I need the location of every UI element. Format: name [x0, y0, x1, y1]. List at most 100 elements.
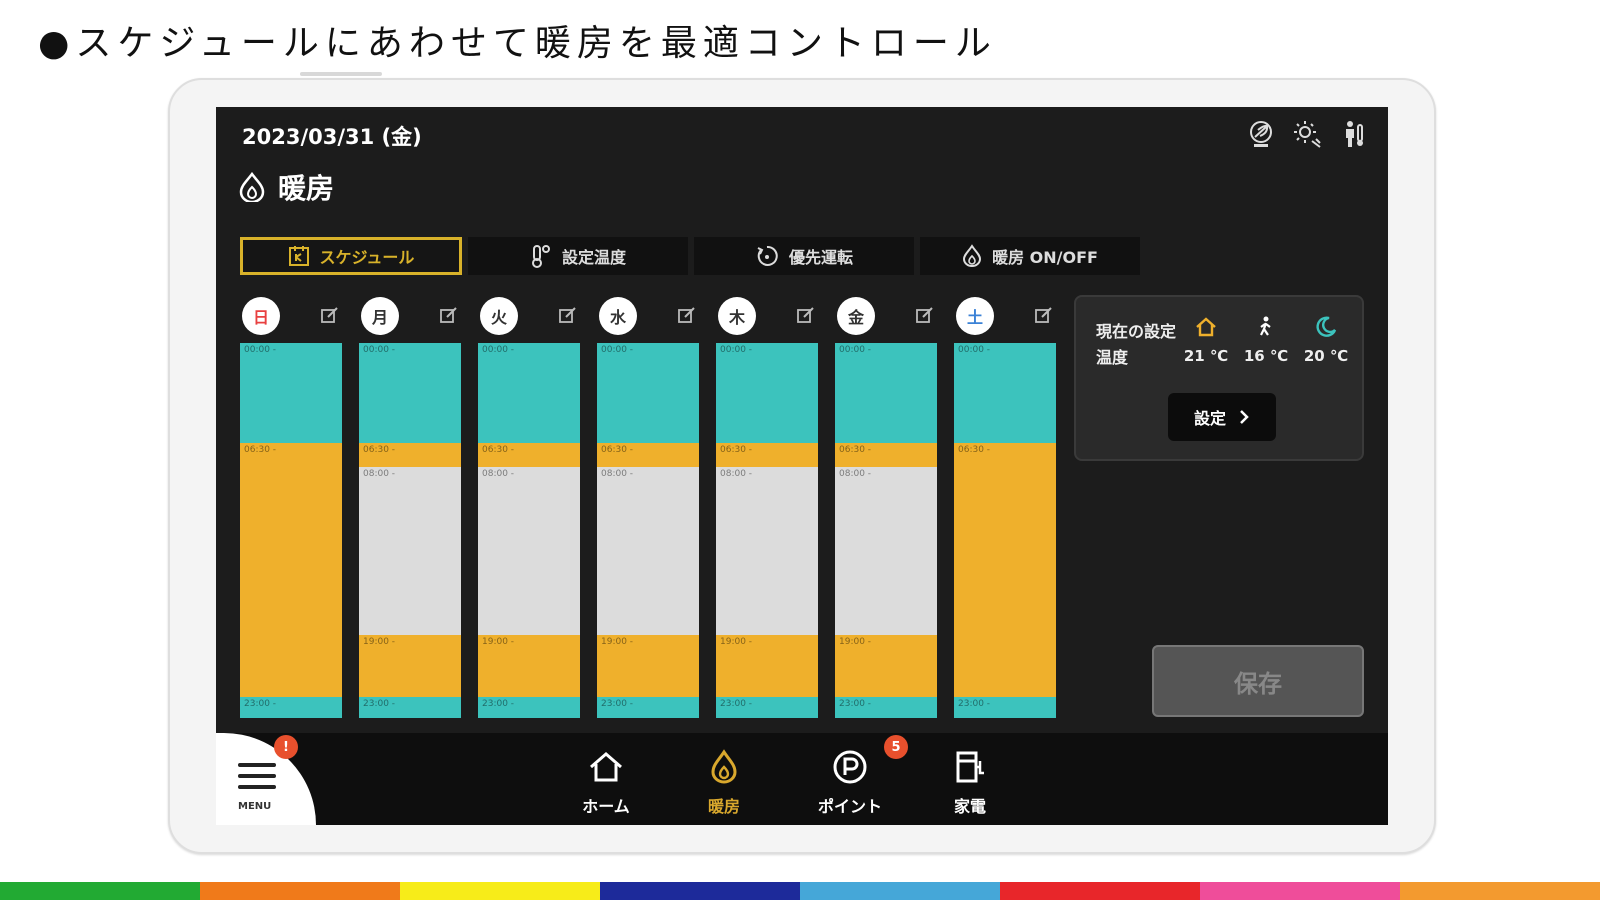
- schedule-segment[interactable]: 23:00 -: [478, 697, 580, 718]
- day-label[interactable]: 水: [599, 297, 637, 335]
- schedule-segment[interactable]: 08:00 -: [597, 467, 699, 635]
- edit-icon[interactable]: [796, 305, 816, 325]
- schedule-bar[interactable]: 00:00 - 06:30 - 23:00 -: [954, 343, 1056, 718]
- temp-sleep-value: 20 ℃: [1303, 347, 1349, 365]
- stripe-segment: [200, 882, 401, 900]
- schedule-bar[interactable]: 00:00 - 06:30 - 08:00 - 19:00 - 23:00 -: [478, 343, 580, 718]
- day-label[interactable]: 木: [718, 297, 756, 335]
- edit-icon[interactable]: [1034, 305, 1054, 325]
- day-label[interactable]: 火: [480, 297, 518, 335]
- person-thermometer-icon[interactable]: [1338, 119, 1368, 149]
- stripe-segment: [600, 882, 801, 900]
- priority-icon: [755, 244, 779, 268]
- tab-heating-onoff[interactable]: 暖房 ON/OFF: [920, 237, 1140, 275]
- eco-leaf-icon[interactable]: [1246, 119, 1276, 149]
- segment-start-time: 06:30 -: [363, 445, 396, 455]
- schedule-segment[interactable]: 00:00 -: [240, 343, 342, 443]
- temperature-set-button[interactable]: 設定: [1168, 393, 1276, 441]
- schedule-segment[interactable]: 06:30 -: [359, 443, 461, 467]
- sun-auto-icon[interactable]: [1292, 119, 1322, 149]
- nav-home-label: ホーム: [582, 797, 630, 816]
- schedule-bar[interactable]: 00:00 - 06:30 - 08:00 - 19:00 - 23:00 -: [835, 343, 937, 718]
- schedule-segment[interactable]: 08:00 -: [716, 467, 818, 635]
- schedule-segment[interactable]: 00:00 -: [597, 343, 699, 443]
- nav-appliances[interactable]: 家電: [930, 747, 1010, 817]
- segment-start-time: 00:00 -: [839, 345, 872, 355]
- schedule-segment[interactable]: 23:00 -: [835, 697, 937, 718]
- schedule-segment[interactable]: 00:00 -: [954, 343, 1056, 443]
- edit-icon[interactable]: [439, 305, 459, 325]
- nav-home[interactable]: ホーム: [566, 747, 646, 817]
- flame-icon: [962, 244, 982, 268]
- save-button[interactable]: 保存: [1152, 645, 1364, 717]
- segment-start-time: 00:00 -: [482, 345, 515, 355]
- schedule-segment[interactable]: 06:30 -: [954, 443, 1056, 697]
- schedule-segment[interactable]: 23:00 -: [240, 697, 342, 718]
- schedule-segment[interactable]: 19:00 -: [597, 635, 699, 697]
- segment-start-time: 08:00 -: [363, 469, 396, 479]
- schedule-segment[interactable]: 19:00 -: [359, 635, 461, 697]
- schedule-segment[interactable]: 23:00 -: [597, 697, 699, 718]
- segment-start-time: 23:00 -: [482, 699, 515, 709]
- schedule-segment[interactable]: 23:00 -: [716, 697, 818, 718]
- moon-icon: [1314, 315, 1338, 339]
- schedule-segment[interactable]: 06:30 -: [478, 443, 580, 467]
- edit-icon[interactable]: [677, 305, 697, 325]
- day-label[interactable]: 日: [242, 297, 280, 335]
- menu-button[interactable]: MENU: [216, 733, 316, 825]
- day-column: 火 00:00 - 06:30 - 08:00 - 19:00 - 23:00 -: [478, 295, 580, 718]
- edit-icon[interactable]: [915, 305, 935, 325]
- schedule-segment[interactable]: 23:00 -: [954, 697, 1056, 718]
- nav-appliances-label: 家電: [953, 797, 986, 816]
- tab-schedule[interactable]: スケジュール: [240, 237, 462, 275]
- schedule-segment[interactable]: 08:00 -: [835, 467, 937, 635]
- schedule-bar[interactable]: 00:00 - 06:30 - 08:00 - 19:00 - 23:00 -: [716, 343, 818, 718]
- tab-priority-operation[interactable]: 優先運転: [694, 237, 914, 275]
- schedule-bar[interactable]: 00:00 - 06:30 - 08:00 - 19:00 - 23:00 -: [359, 343, 461, 718]
- temp-home: 21 ℃: [1178, 315, 1234, 365]
- segment-start-time: 08:00 -: [839, 469, 872, 479]
- day-label[interactable]: 月: [361, 297, 399, 335]
- segment-start-time: 06:30 -: [244, 445, 277, 455]
- schedule-segment[interactable]: 00:00 -: [478, 343, 580, 443]
- schedule-segment[interactable]: 00:00 -: [359, 343, 461, 443]
- edit-icon[interactable]: [320, 305, 340, 325]
- day-column: 金 00:00 - 06:30 - 08:00 - 19:00 - 23:00 -: [835, 295, 937, 718]
- day-label[interactable]: 金: [837, 297, 875, 335]
- schedule-segment[interactable]: 00:00 -: [716, 343, 818, 443]
- segment-start-time: 06:30 -: [482, 445, 515, 455]
- nav-points[interactable]: ポイント: [810, 747, 890, 817]
- schedule-segment[interactable]: 08:00 -: [359, 467, 461, 635]
- schedule-segment[interactable]: 06:30 -: [240, 443, 342, 697]
- nav-points-label: ポイント: [817, 797, 882, 816]
- schedule-segment[interactable]: 23:00 -: [359, 697, 461, 718]
- tab-heating-onoff-label: 暖房 ON/OFF: [992, 248, 1098, 267]
- schedule-bar[interactable]: 00:00 - 06:30 - 08:00 - 19:00 - 23:00 -: [597, 343, 699, 718]
- tab-set-temperature-label: 設定温度: [561, 248, 626, 267]
- edit-icon[interactable]: [558, 305, 578, 325]
- segment-start-time: 08:00 -: [720, 469, 753, 479]
- schedule-segment[interactable]: 08:00 -: [478, 467, 580, 635]
- nav-heating[interactable]: 暖房: [684, 747, 764, 817]
- schedule-segment[interactable]: 06:30 -: [716, 443, 818, 467]
- tab-priority-operation-label: 優先運転: [788, 248, 853, 267]
- schedule-segment[interactable]: 19:00 -: [835, 635, 937, 697]
- schedule-segment[interactable]: 06:30 -: [835, 443, 937, 467]
- schedule-segment[interactable]: 06:30 -: [597, 443, 699, 467]
- day-label[interactable]: 土: [956, 297, 994, 335]
- point-icon: [830, 747, 870, 787]
- segment-start-time: 19:00 -: [839, 637, 872, 647]
- current-temperature-label: 現在の設定温度: [1096, 322, 1177, 367]
- segment-start-time: 06:30 -: [958, 445, 991, 455]
- hamburger-icon: [238, 763, 276, 796]
- stripe-segment: [800, 882, 1001, 900]
- schedule-segment[interactable]: 00:00 -: [835, 343, 937, 443]
- schedule-bar[interactable]: 00:00 - 06:30 - 23:00 -: [240, 343, 342, 718]
- schedule-segment[interactable]: 19:00 -: [716, 635, 818, 697]
- tab-set-temperature[interactable]: 設定温度: [468, 237, 688, 275]
- segment-start-time: 19:00 -: [601, 637, 634, 647]
- day-column: 月 00:00 - 06:30 - 08:00 - 19:00 - 23:00 -: [359, 295, 461, 718]
- flame-icon: [238, 172, 266, 202]
- menu-label: MENU: [238, 801, 272, 812]
- schedule-segment[interactable]: 19:00 -: [478, 635, 580, 697]
